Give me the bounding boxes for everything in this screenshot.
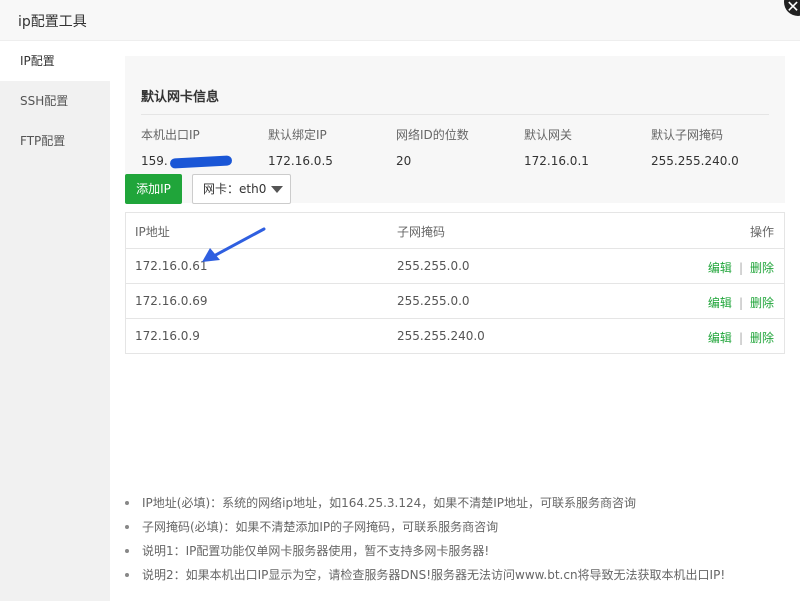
header-ip: IP地址	[135, 225, 170, 239]
row-netmask: 255.255.0.0	[397, 294, 470, 308]
action-separator: |	[738, 261, 743, 275]
annotation-arrow-icon	[202, 227, 266, 262]
info-value: 172.16.0.1	[524, 154, 589, 168]
info-panel-title: 默认网卡信息	[141, 90, 220, 105]
info-field-gateway: 默认网关 172.16.0.1	[524, 126, 589, 168]
sidebar-item-ssh-config[interactable]: SSH配置	[0, 81, 110, 121]
divider	[141, 114, 769, 115]
info-label: 默认网关	[524, 128, 573, 142]
help-notes: IP地址(必填)：系统的网络ip地址，如164.25.3.124，如果不清楚IP…	[125, 495, 725, 591]
note-text: 说明2：如果本机出口IP显示为空，请检查服务器DNS!服务器无法访问www.bt…	[142, 568, 726, 582]
sidebar-item-ftp-config[interactable]: FTP配置	[0, 121, 110, 161]
edit-link[interactable]: 编辑	[708, 331, 732, 345]
row-ip: 172.16.0.69	[135, 294, 208, 308]
info-label: 网络ID的位数	[396, 128, 469, 142]
bullet-icon	[125, 525, 129, 529]
info-value: 20	[396, 154, 412, 168]
row-ip: 172.16.0.9	[135, 329, 200, 343]
header-actions: 操作	[749, 225, 774, 239]
note-text: IP地址(必填)：系统的网络ip地址，如164.25.3.124，如果不清楚IP…	[142, 496, 637, 510]
note-item: 说明1：IP配置功能仅单网卡服务器使用，暂不支持多网卡服务器!	[125, 543, 725, 567]
info-label: 本机出口IP	[141, 128, 200, 142]
edit-link[interactable]: 编辑	[708, 296, 732, 310]
info-label: 默认子网掩码	[651, 128, 724, 142]
redaction-scribble	[169, 154, 232, 169]
info-field-default-ip: 默认绑定IP 172.16.0.5	[268, 126, 333, 168]
row-netmask: 255.255.0.0	[397, 259, 470, 273]
nic-select[interactable]: 网卡：eth0	[192, 174, 291, 204]
info-field-public-ip: 本机出口IP 159.	[141, 126, 232, 169]
note-text: 说明1：IP配置功能仅单网卡服务器使用，暂不支持多网卡服务器!	[142, 544, 490, 558]
row-netmask: 255.255.240.0	[397, 329, 485, 343]
table-row: 172.16.0.9 255.255.240.0 编辑 | 删除	[126, 318, 784, 353]
note-text: 子网掩码(必填)：如果不清楚添加IP的子网掩码，可联系服务商咨询	[142, 520, 499, 534]
bullet-icon	[125, 501, 129, 505]
sidebar: IP配置 SSH配置 FTP配置	[0, 41, 110, 601]
action-separator: |	[738, 296, 743, 310]
info-field-prefix-bits: 网络ID的位数 20	[396, 126, 469, 168]
row-actions: 编辑 | 删除	[708, 329, 774, 346]
note-item: 说明2：如果本机出口IP显示为空，请检查服务器DNS!服务器无法访问www.bt…	[125, 567, 725, 591]
note-item: 子网掩码(必填)：如果不清楚添加IP的子网掩码，可联系服务商咨询	[125, 519, 725, 543]
title-bar: ip配置工具	[0, 0, 800, 41]
nic-select-value: 网卡：eth0	[203, 182, 267, 196]
info-label: 默认绑定IP	[268, 128, 327, 142]
add-ip-button[interactable]: 添加IP	[125, 174, 182, 204]
chevron-down-icon	[271, 186, 283, 193]
bullet-icon	[125, 549, 129, 553]
sidebar-item-ip-config[interactable]: IP配置	[0, 41, 110, 81]
delete-link[interactable]: 删除	[750, 296, 774, 310]
bullet-icon	[125, 573, 129, 577]
info-value: 159.	[141, 154, 232, 169]
info-field-netmask: 默认子网掩码 255.255.240.0	[651, 126, 739, 168]
row-ip: 172.16.0.61	[135, 259, 208, 273]
delete-link[interactable]: 删除	[750, 261, 774, 275]
row-actions: 编辑 | 删除	[708, 259, 774, 276]
header-netmask: 子网掩码	[397, 225, 446, 239]
close-button[interactable]: ✕	[784, 0, 800, 16]
window-title: ip配置工具	[18, 14, 87, 30]
edit-link[interactable]: 编辑	[708, 261, 732, 275]
row-actions: 编辑 | 删除	[708, 294, 774, 311]
action-separator: |	[738, 331, 743, 345]
info-value: 172.16.0.5	[268, 154, 333, 168]
public-ip-value: 159.	[141, 154, 168, 168]
delete-link[interactable]: 删除	[750, 331, 774, 345]
close-icon: ✕	[786, 0, 800, 16]
info-value: 255.255.240.0	[651, 154, 739, 168]
table-row: 172.16.0.69 255.255.0.0 编辑 | 删除	[126, 283, 784, 318]
note-item: IP地址(必填)：系统的网络ip地址，如164.25.3.124，如果不清楚IP…	[125, 495, 725, 519]
ip-config-window: ip配置工具 ✕ IP配置 SSH配置 FTP配置 默认网卡信息 本机出口IP …	[0, 0, 800, 601]
